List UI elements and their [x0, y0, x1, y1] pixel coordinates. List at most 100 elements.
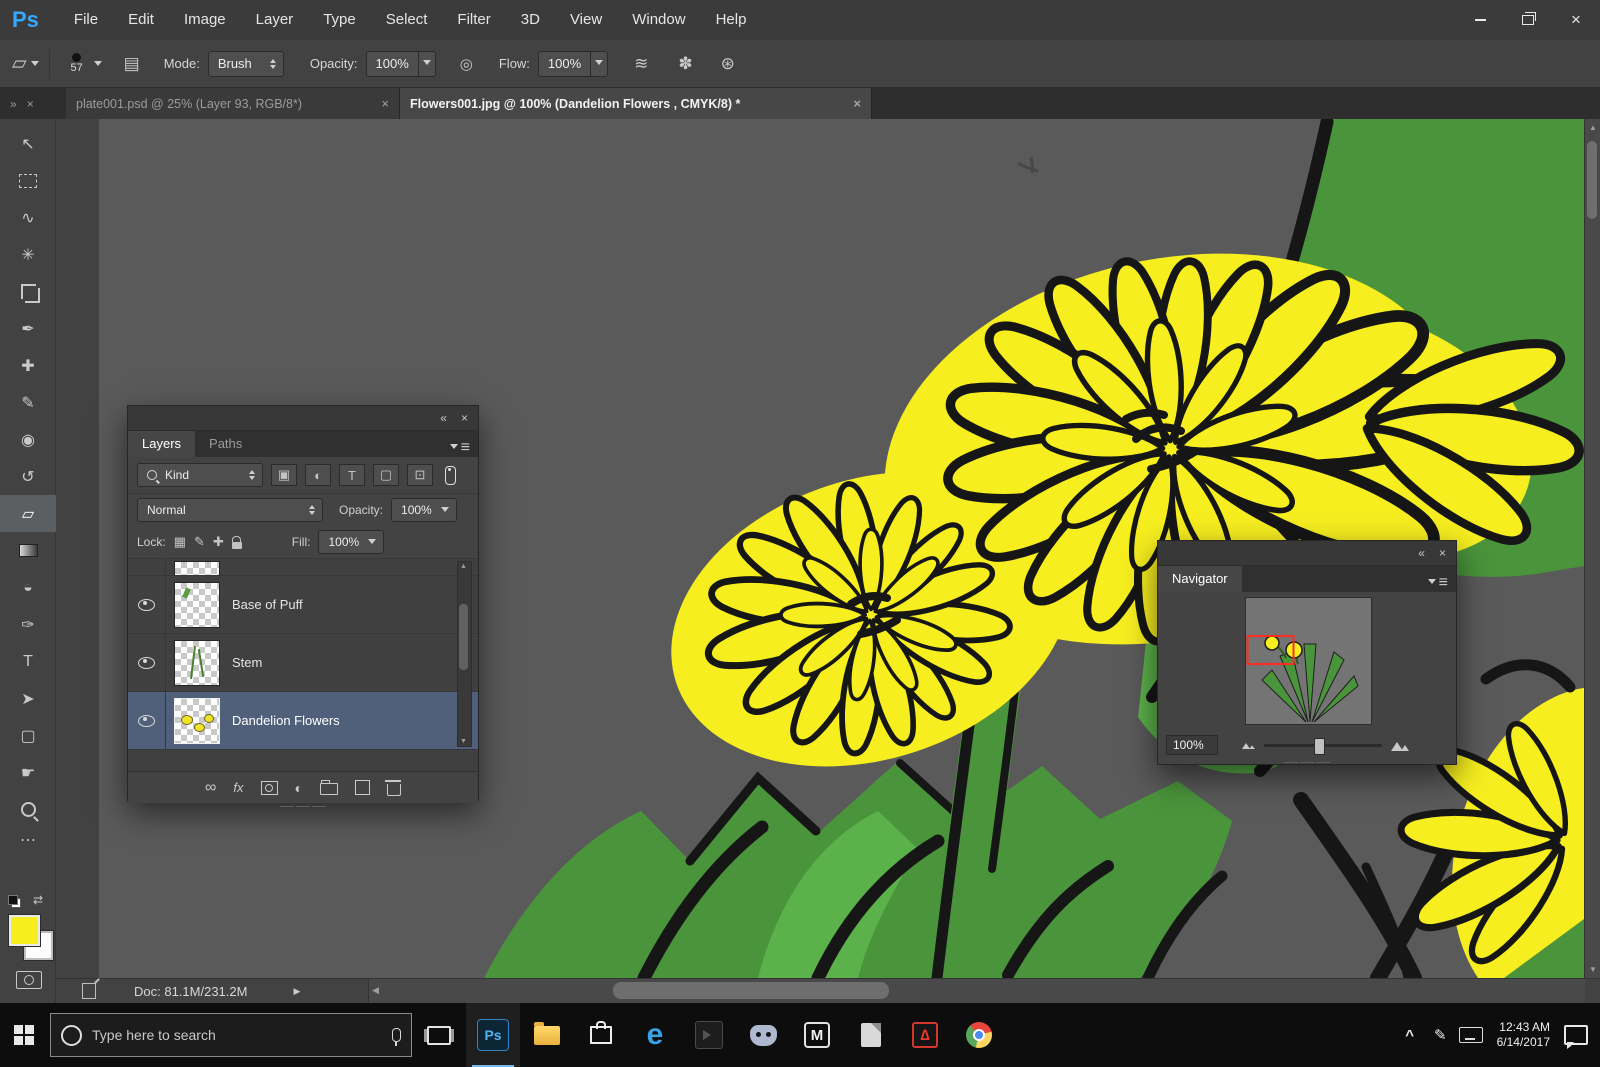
layer-opacity-dropdown[interactable]: 100%	[391, 498, 457, 522]
mode-dropdown[interactable]: Brush	[208, 51, 284, 77]
tabstrip-chevron-icon[interactable]: »	[10, 97, 17, 111]
scroll-down-icon[interactable]: ▼	[460, 738, 467, 745]
touch-keyboard-icon[interactable]	[1459, 1027, 1483, 1043]
brush-preset-picker[interactable]: 57	[60, 53, 94, 74]
close-button[interactable]: ×	[1552, 0, 1600, 40]
task-view-button[interactable]	[412, 1003, 466, 1067]
zoom-slider-thumb[interactable]	[1314, 738, 1325, 755]
tab-close-icon[interactable]: ×	[853, 96, 861, 111]
status-popup-icon[interactable]: ▶	[293, 986, 300, 997]
layer-style-fx-button[interactable]: fx	[233, 780, 243, 795]
edit-toolbar-button[interactable]: ⋯	[0, 828, 56, 852]
menu-edit[interactable]: Edit	[113, 0, 169, 40]
add-layer-mask-icon[interactable]	[261, 781, 278, 795]
tabstrip-close-icon[interactable]: ×	[27, 97, 34, 111]
hand-tool[interactable]: ☛	[0, 754, 56, 791]
history-brush-tool[interactable]: ↺	[0, 458, 56, 495]
layer-name[interactable]: Base of Puff	[232, 597, 303, 612]
quick-mask-button[interactable]	[16, 971, 42, 989]
layer-thumbnail[interactable]	[174, 640, 220, 686]
hidden-icons-chevron[interactable]: ^	[1397, 1027, 1422, 1044]
menu-filter[interactable]: Filter	[442, 0, 505, 40]
flow-dropdown[interactable]: 100%	[538, 51, 608, 77]
scroll-down-icon[interactable]: ▼	[1585, 965, 1600, 974]
panel-menu-button[interactable]: ≡	[450, 439, 478, 457]
vertical-scroll-thumb[interactable]	[1587, 141, 1597, 219]
navigator-zoom-value[interactable]: 100%	[1166, 735, 1218, 755]
visibility-toggle[interactable]	[128, 576, 166, 633]
fill-dropdown[interactable]: 100%	[318, 530, 384, 554]
action-center-icon[interactable]	[1564, 1025, 1588, 1045]
scroll-left-icon[interactable]: ◀	[372, 985, 379, 996]
restore-button[interactable]	[1504, 0, 1552, 40]
panel-resize-grip[interactable]	[128, 803, 478, 809]
taskbar-app-chrome[interactable]	[952, 1003, 1006, 1067]
tab-layers[interactable]: Layers	[128, 431, 195, 457]
blend-mode-dropdown[interactable]: Normal	[137, 498, 323, 522]
new-layer-icon[interactable]	[355, 780, 370, 795]
vertical-scrollbar[interactable]: ▲ ▼	[1584, 119, 1600, 978]
layer-row[interactable]: Stem	[128, 634, 478, 692]
opacity-dropdown[interactable]: 100%	[366, 51, 436, 77]
collapse-panel-icon[interactable]: «	[440, 411, 447, 425]
default-colors-icon[interactable]	[8, 895, 21, 908]
taskbar-search[interactable]: Type here to search	[50, 1013, 412, 1057]
lock-transparency-icon[interactable]: ▦	[174, 534, 186, 550]
taskbar-app-edge[interactable]: e	[628, 1003, 682, 1067]
lasso-tool[interactable]: ∿	[0, 199, 56, 236]
filter-toggle-switch[interactable]	[445, 466, 456, 485]
type-tool[interactable]: T	[0, 643, 56, 680]
tab-paths[interactable]: Paths	[195, 431, 256, 457]
taskbar-app-discord[interactable]	[736, 1003, 790, 1067]
new-group-icon[interactable]	[320, 783, 338, 795]
healing-brush-tool[interactable]: ✚	[0, 347, 56, 384]
menu-view[interactable]: View	[555, 0, 617, 40]
close-panel-icon[interactable]: ×	[461, 411, 468, 425]
menu-window[interactable]: Window	[617, 0, 700, 40]
scroll-up-icon[interactable]: ▲	[460, 563, 467, 570]
zoom-tool[interactable]	[0, 791, 56, 828]
brush-preset-caret-icon[interactable]	[94, 61, 102, 70]
horizontal-scrollbar[interactable]: ◀	[368, 979, 1585, 1003]
panel-menu-button[interactable]: ≡	[1428, 574, 1456, 592]
layer-row-partial[interactable]	[128, 559, 478, 576]
visibility-toggle[interactable]	[128, 634, 166, 691]
rectangular-marquee-tool[interactable]	[0, 162, 56, 199]
tray-pen-icon[interactable]: ✎	[1430, 1026, 1451, 1044]
layer-row[interactable]: Base of Puff	[128, 576, 478, 634]
adjustment-layer-icon[interactable]: ◐	[295, 780, 303, 796]
lock-all-icon[interactable]	[232, 536, 242, 549]
taskbar-app-photoshop[interactable]: Ps	[466, 1003, 520, 1067]
brush-tool[interactable]: ✎	[0, 384, 56, 421]
zoom-in-icon[interactable]	[1390, 739, 1410, 752]
crop-tool[interactable]	[0, 273, 56, 310]
smoothing-icon[interactable]: ✽	[678, 54, 692, 74]
magic-wand-tool[interactable]: ✳	[0, 236, 56, 273]
taskbar-app-notes[interactable]	[844, 1003, 898, 1067]
taskbar-app-acrobat[interactable]: ∆	[898, 1003, 952, 1067]
taskbar-app-media[interactable]	[682, 1003, 736, 1067]
navigator-preview[interactable]	[1246, 598, 1371, 724]
taskbar-app-m[interactable]: M	[790, 1003, 844, 1067]
filter-adjustment-layers-icon[interactable]: ◐	[305, 464, 331, 486]
menu-3d[interactable]: 3D	[506, 0, 555, 40]
foreground-color-swatch[interactable]	[9, 915, 40, 946]
taskbar-clock[interactable]: 12:43 AM 6/14/2017	[1491, 1020, 1556, 1050]
menu-image[interactable]: Image	[169, 0, 241, 40]
path-selection-tool[interactable]: ➤	[0, 680, 56, 717]
minimize-button[interactable]	[1456, 0, 1504, 40]
lock-position-icon[interactable]: ✚	[213, 534, 224, 550]
menu-type[interactable]: Type	[308, 0, 371, 40]
taskbar-app-store[interactable]	[574, 1003, 628, 1067]
zoom-out-icon[interactable]	[1240, 740, 1256, 750]
panel-resize-grip[interactable]	[1158, 759, 1456, 765]
layer-list-scrollbar[interactable]: ▲ ▼	[457, 561, 472, 747]
navigator-zoom-slider[interactable]	[1264, 744, 1382, 747]
eraser-tool[interactable]: ▱	[0, 495, 56, 532]
visibility-toggle[interactable]	[128, 692, 166, 749]
brush-settings-panel-icon[interactable]: ▤	[124, 54, 140, 74]
menu-file[interactable]: File	[59, 0, 113, 40]
filter-smart-object-icon[interactable]: ⊡	[407, 464, 433, 486]
tool-preset-caret-icon[interactable]	[31, 61, 39, 70]
eyedropper-tool[interactable]: ✒	[0, 310, 56, 347]
